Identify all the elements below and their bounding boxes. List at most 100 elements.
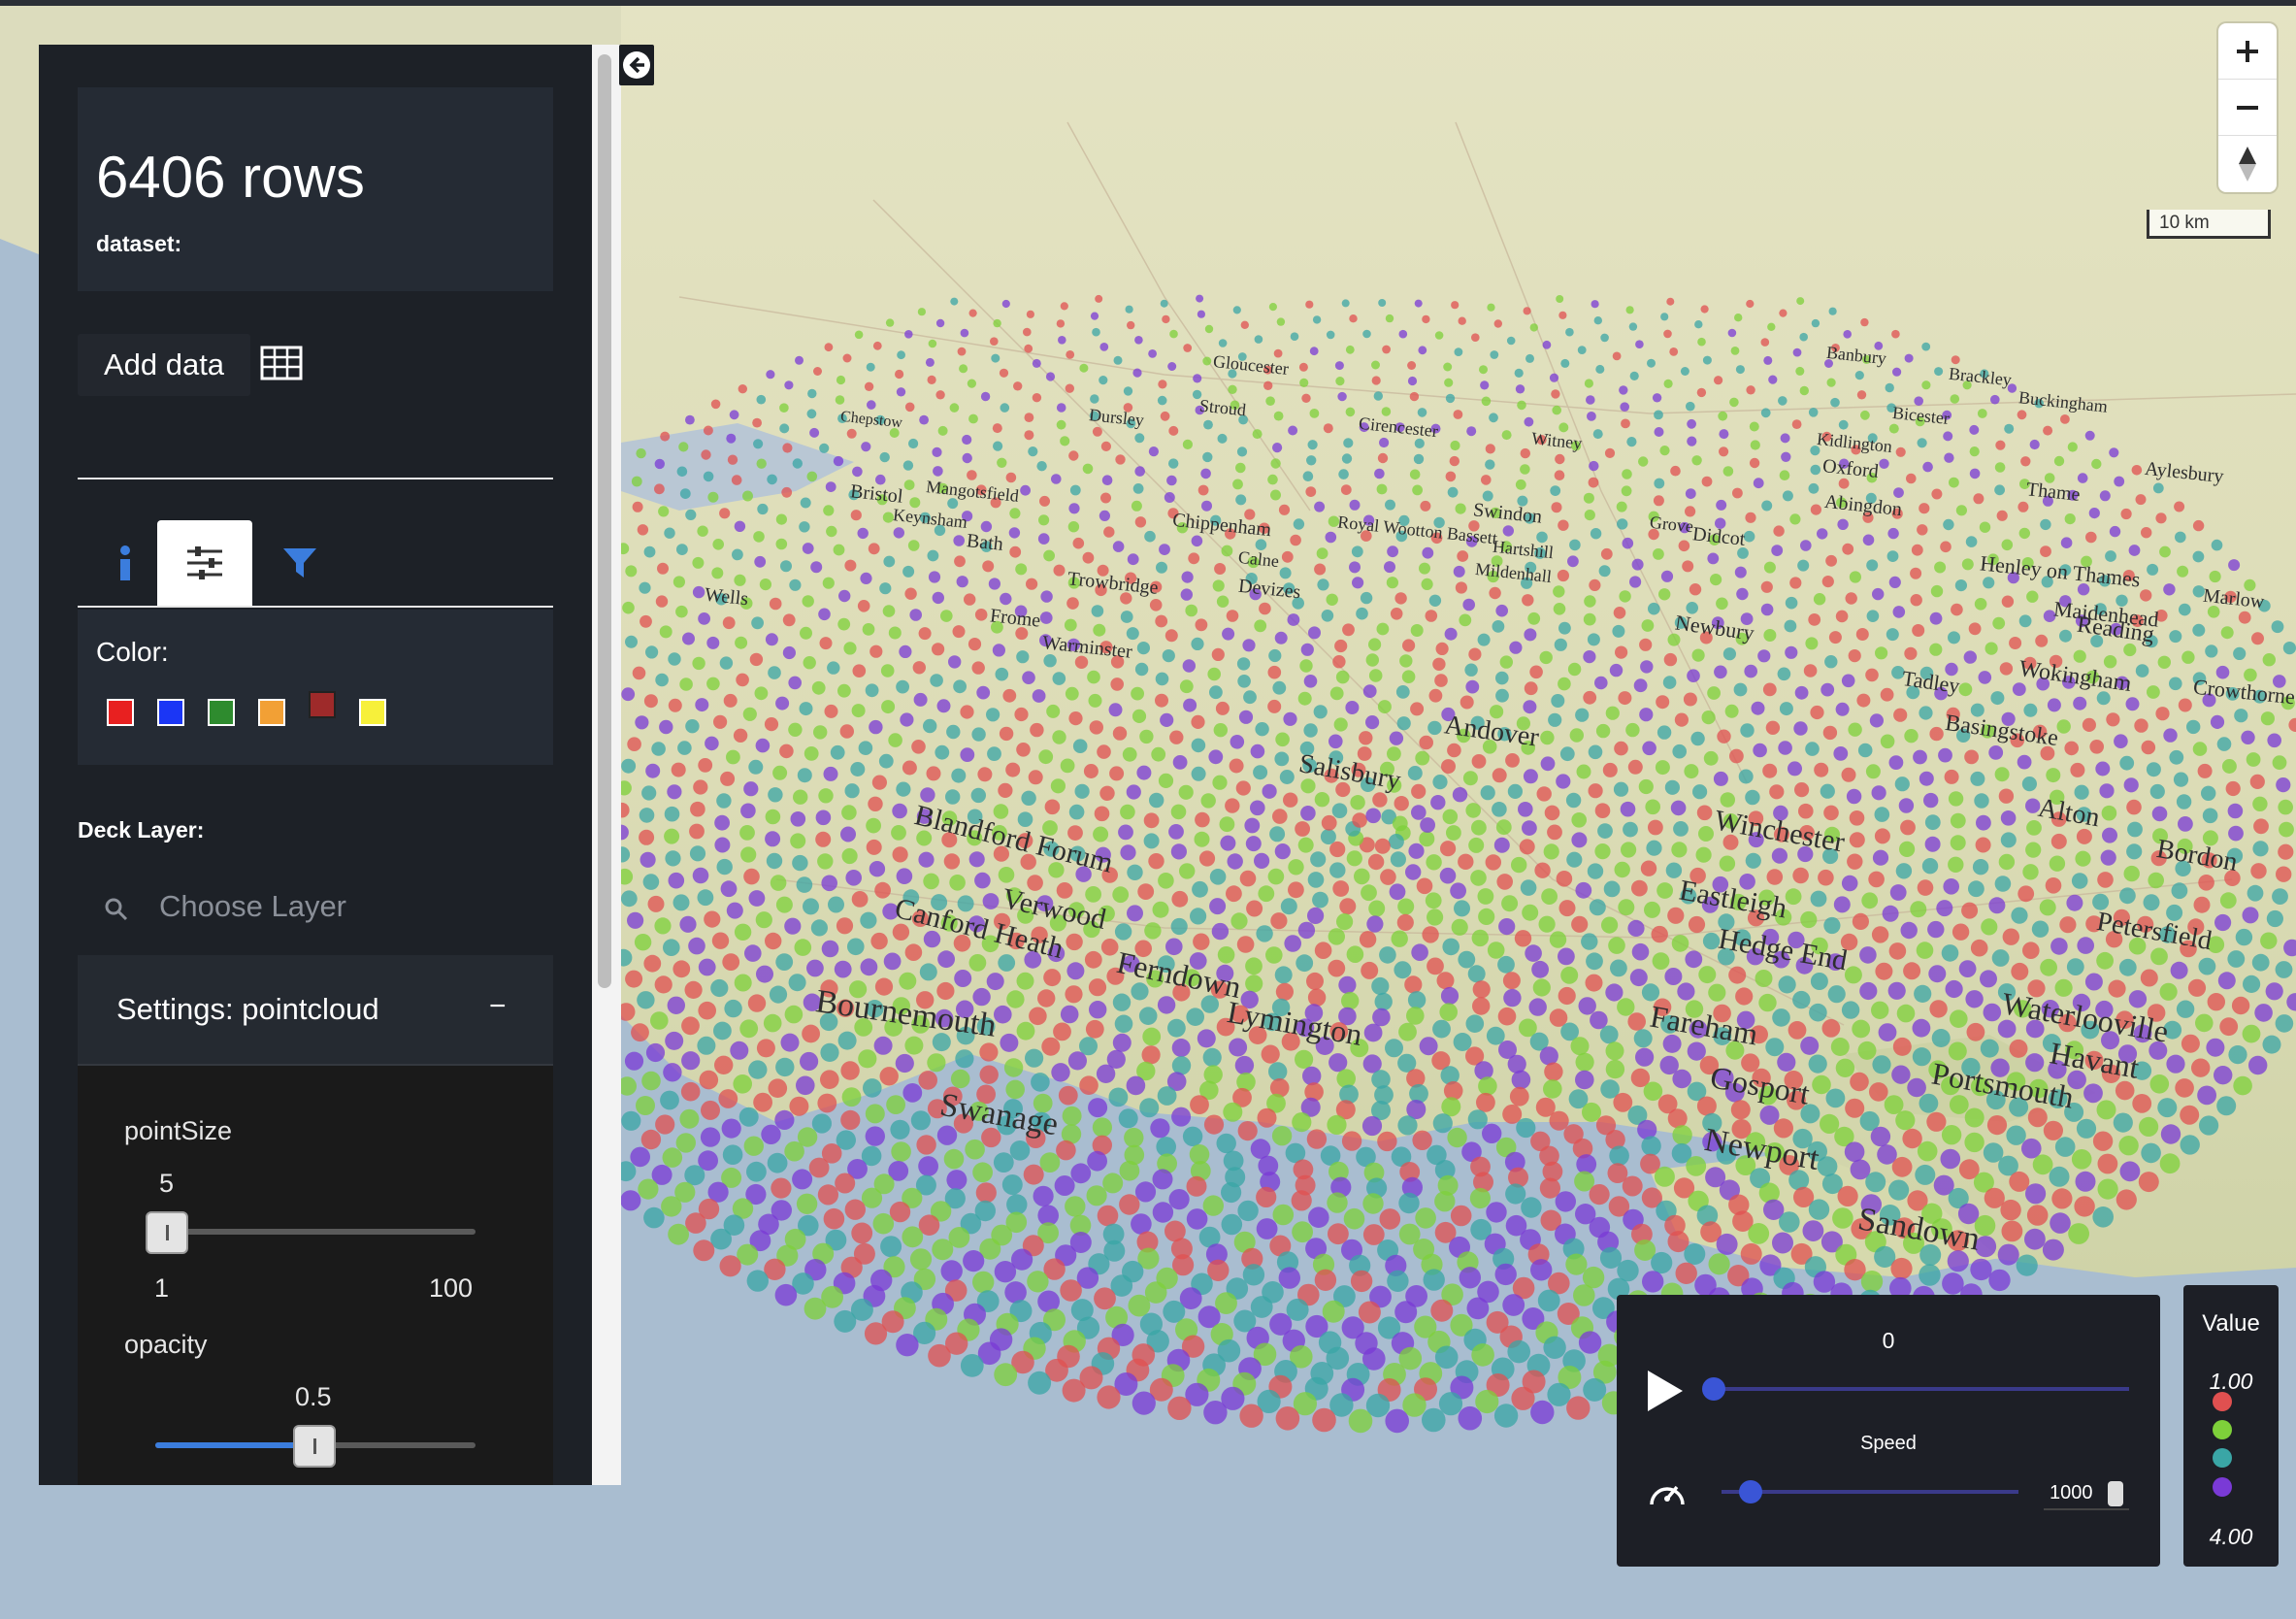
point-marker bbox=[2000, 1199, 2021, 1221]
point-marker bbox=[1977, 409, 1987, 418]
point-marker bbox=[693, 779, 708, 795]
point-marker bbox=[1753, 478, 1764, 489]
collapse-settings-button[interactable]: − bbox=[489, 990, 507, 1023]
tab-filter[interactable] bbox=[252, 520, 347, 606]
point-marker bbox=[1190, 908, 1207, 925]
point-marker bbox=[976, 685, 991, 700]
point-marker bbox=[2134, 718, 2148, 733]
tab-settings[interactable] bbox=[157, 520, 252, 606]
point-marker bbox=[1099, 343, 1109, 351]
point-marker bbox=[698, 758, 713, 773]
point-marker bbox=[2266, 909, 2283, 928]
point-marker bbox=[1115, 454, 1126, 465]
point-marker bbox=[980, 391, 991, 402]
point-marker bbox=[833, 544, 845, 556]
point-marker bbox=[1547, 824, 1562, 841]
point-marker bbox=[2198, 957, 2216, 975]
point-marker bbox=[792, 854, 808, 872]
point-marker bbox=[1465, 679, 1480, 694]
point-size-slider-thumb[interactable] bbox=[146, 1211, 188, 1254]
point-marker bbox=[1629, 371, 1639, 380]
point-marker bbox=[1288, 859, 1304, 876]
point-marker bbox=[804, 1297, 827, 1320]
point-marker bbox=[2096, 951, 2115, 970]
point-marker bbox=[806, 959, 824, 977]
add-data-button[interactable]: Add data bbox=[78, 334, 250, 396]
point-marker bbox=[1890, 1257, 1913, 1280]
point-marker bbox=[2046, 768, 2061, 783]
point-marker bbox=[990, 337, 999, 347]
point-marker bbox=[1529, 665, 1543, 679]
point-marker bbox=[701, 1100, 720, 1120]
point-marker bbox=[1009, 1140, 1031, 1161]
point-marker bbox=[993, 441, 1003, 451]
color-swatch-darkred[interactable] bbox=[309, 691, 336, 718]
point-marker bbox=[928, 571, 941, 583]
point-marker bbox=[851, 891, 869, 908]
point-marker bbox=[1009, 545, 1022, 558]
compass-button[interactable] bbox=[2218, 136, 2277, 191]
collapse-panel-button[interactable] bbox=[619, 45, 654, 85]
point-marker bbox=[1164, 629, 1178, 643]
point-marker bbox=[1336, 913, 1354, 931]
point-marker bbox=[1501, 895, 1519, 912]
point-marker bbox=[2216, 1096, 2237, 1116]
time-slider-thumb[interactable] bbox=[1702, 1377, 1725, 1401]
point-marker bbox=[1413, 453, 1425, 465]
point-marker bbox=[1638, 456, 1649, 467]
point-size-track[interactable] bbox=[155, 1229, 476, 1235]
color-swatch-blue[interactable] bbox=[157, 699, 184, 726]
point-marker bbox=[790, 833, 806, 849]
point-marker bbox=[1817, 1156, 1838, 1177]
panel-scrollbar-thumb[interactable] bbox=[598, 54, 611, 988]
point-marker bbox=[2084, 973, 2103, 991]
table-icon[interactable] bbox=[260, 346, 303, 385]
point-marker bbox=[1605, 706, 1620, 720]
point-marker bbox=[1951, 355, 1960, 365]
point-marker bbox=[1594, 676, 1608, 690]
point-marker bbox=[979, 1042, 999, 1062]
point-marker bbox=[719, 508, 731, 519]
point-marker bbox=[664, 527, 675, 539]
zoom-out-button[interactable] bbox=[2218, 80, 2277, 136]
time-slider-track[interactable] bbox=[1712, 1387, 2129, 1391]
point-marker bbox=[1171, 1056, 1192, 1075]
speed-slider-thumb[interactable] bbox=[1739, 1480, 1762, 1503]
point-marker bbox=[1888, 423, 1899, 434]
color-swatch-orange[interactable] bbox=[258, 699, 285, 726]
point-marker bbox=[1268, 1062, 1288, 1081]
spinner-arrows-icon[interactable] bbox=[2108, 1481, 2123, 1506]
point-marker bbox=[742, 707, 757, 721]
point-marker bbox=[1719, 855, 1736, 872]
point-marker bbox=[813, 367, 822, 376]
point-marker bbox=[1808, 613, 1821, 626]
point-marker bbox=[1990, 394, 2000, 405]
point-marker bbox=[1481, 396, 1492, 407]
color-swatch-green[interactable] bbox=[208, 699, 235, 726]
point-marker bbox=[1391, 930, 1408, 947]
color-swatch-red[interactable] bbox=[107, 699, 134, 726]
point-marker bbox=[1808, 408, 1819, 417]
point-marker bbox=[1540, 730, 1555, 745]
point-marker bbox=[1432, 1113, 1453, 1134]
zoom-in-button[interactable] bbox=[2218, 23, 2277, 80]
point-marker bbox=[1886, 550, 1899, 562]
speed-slider-track[interactable] bbox=[1722, 1490, 2018, 1494]
point-marker bbox=[2096, 1100, 2116, 1120]
color-swatch-yellow[interactable] bbox=[359, 699, 386, 726]
opacity-slider-thumb[interactable] bbox=[293, 1425, 336, 1468]
point-marker bbox=[784, 917, 802, 935]
play-button[interactable] bbox=[1644, 1369, 1685, 1418]
point-marker bbox=[1966, 1022, 1985, 1041]
point-marker bbox=[1094, 1287, 1116, 1310]
point-marker bbox=[640, 851, 656, 868]
point-marker bbox=[1792, 347, 1802, 357]
point-marker bbox=[736, 673, 749, 687]
point-marker bbox=[1302, 471, 1314, 482]
point-marker bbox=[1235, 780, 1251, 796]
point-marker bbox=[1495, 688, 1509, 703]
point-marker bbox=[2017, 885, 2035, 903]
point-marker bbox=[2132, 1094, 2152, 1113]
point-marker bbox=[1605, 1059, 1625, 1079]
point-marker bbox=[1550, 485, 1561, 496]
